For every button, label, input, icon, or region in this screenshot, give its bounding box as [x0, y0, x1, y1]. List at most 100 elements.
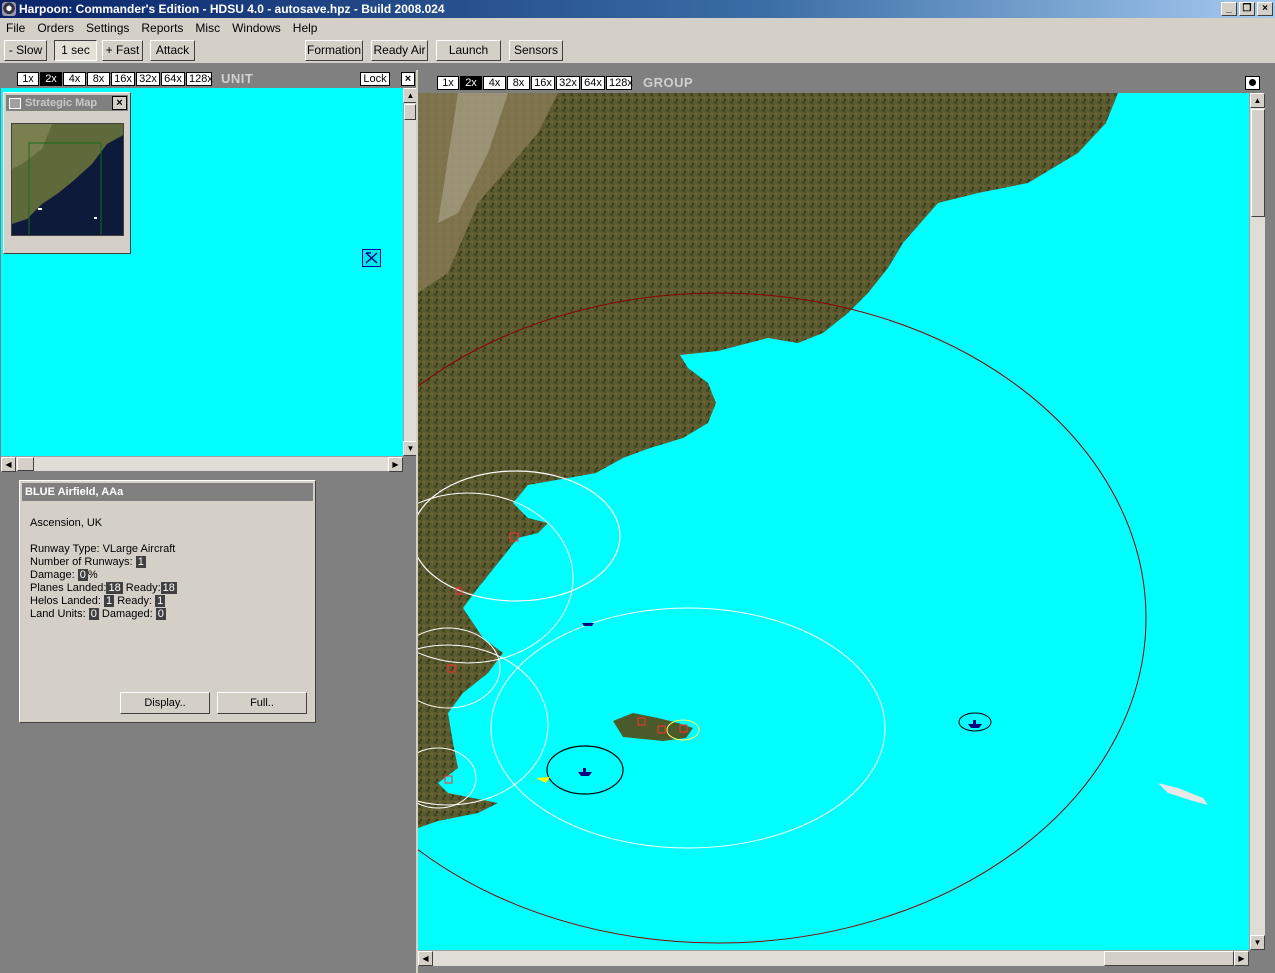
falkland-islands	[613, 713, 693, 741]
unit-panel-label: UNIT	[221, 71, 254, 86]
group-zoom-8x[interactable]: 8x	[507, 76, 530, 90]
friendly-ship	[968, 720, 982, 728]
friendly-ship	[582, 623, 594, 626]
scroll-thumb[interactable]	[17, 457, 34, 471]
unit-zoom-64x[interactable]: 64x	[161, 72, 185, 86]
fast-button[interactable]: + Fast	[102, 40, 143, 61]
group-zoom-128x[interactable]: 128x	[606, 76, 633, 90]
unit-zoom-2x[interactable]: 2x	[40, 72, 62, 86]
scroll-right-icon[interactable]: ▶	[388, 457, 403, 472]
helos-landed-value: 1	[104, 595, 115, 607]
planes-landed-value: 18	[106, 582, 123, 594]
land-units-row: Land Units: 0 Damaged: 0	[30, 608, 166, 621]
strategic-map-titlebar[interactable]: Strategic Map	[6, 95, 128, 111]
scroll-thumb[interactable]	[404, 104, 416, 120]
map-horizontal-scrollbar[interactable]: ◀ ▶	[418, 950, 1249, 966]
scroll-down-icon[interactable]: ▼	[1250, 935, 1265, 950]
landmass	[418, 93, 1118, 828]
lock-button[interactable]: Lock	[360, 72, 390, 86]
scroll-up-icon[interactable]: ▲	[1250, 93, 1265, 108]
unit-panel-close-button[interactable]: ×	[401, 72, 415, 86]
south-georgia	[1158, 783, 1208, 805]
unit-location: Ascension, UK	[30, 517, 103, 529]
unit-vertical-scrollbar[interactable]: ▲ ▼	[403, 88, 418, 456]
unit-horizontal-scrollbar[interactable]: ◀ ▶	[1, 456, 403, 472]
planes-row: Planes Landed: 18 Ready: 18	[30, 582, 177, 595]
sensors-button[interactable]: Sensors	[509, 40, 563, 61]
scroll-left-icon[interactable]: ◀	[1, 457, 16, 472]
scroll-right-icon[interactable]: ▶	[1234, 951, 1249, 966]
group-zoom-1x[interactable]: 1x	[437, 76, 459, 90]
helos-landed-label: Helos Landed:	[30, 595, 101, 607]
menu-bar: File Orders Settings Reports Misc Window…	[0, 18, 1275, 38]
damage-value: 0	[77, 569, 88, 581]
record-dot-icon	[1249, 79, 1256, 86]
unit-zoom-1x[interactable]: 1x	[17, 72, 39, 86]
strategic-map-close-button[interactable]: ×	[112, 96, 127, 110]
planes-landed-label: Planes Landed:	[30, 582, 107, 594]
unit-zoom-bar: 1x 2x 4x 8x 16x 32x 64x 128x UNIT	[17, 72, 253, 86]
strategic-map-image	[12, 124, 123, 235]
runways-label: Number of Runways:	[30, 556, 133, 568]
unit-zoom-128x[interactable]: 128x	[186, 72, 213, 86]
land-units-label: Land Units:	[30, 608, 86, 620]
strategic-map-title: Strategic Map	[25, 97, 98, 109]
full-button[interactable]: Full..	[217, 692, 307, 714]
time-compression-display[interactable]: 1 sec	[54, 40, 97, 61]
minimize-button[interactable]: _	[1221, 2, 1237, 16]
strategic-map-window[interactable]: Strategic Map ×	[3, 92, 131, 254]
damage-unit: %	[87, 569, 98, 581]
restore-button[interactable]: ❐	[1239, 2, 1255, 16]
group-zoom-64x[interactable]: 64x	[581, 76, 605, 90]
ready-air-button[interactable]: Ready Air	[371, 40, 428, 61]
land-units-value: 0	[88, 608, 99, 620]
menu-reports[interactable]: Reports	[135, 21, 189, 35]
launch-button[interactable]: Launch	[436, 40, 501, 61]
group-zoom-2x[interactable]: 2x	[460, 76, 482, 90]
group-panel-options-button[interactable]	[1245, 76, 1260, 90]
menu-help[interactable]: Help	[287, 21, 324, 35]
scroll-thumb[interactable]	[1251, 109, 1265, 217]
runway-type-label: Runway Type:	[30, 543, 100, 555]
attack-button[interactable]: Attack	[150, 40, 195, 61]
planes-ready-label: Ready:	[125, 582, 161, 594]
runway-type-value: VLarge Aircraft	[102, 543, 176, 555]
formation-button[interactable]: Formation	[305, 40, 363, 61]
unit-zoom-16x[interactable]: 16x	[111, 72, 135, 86]
title-bar: Harpoon: Commander's Edition - HDSU 4.0 …	[0, 0, 1275, 18]
runway-type-row: Runway Type: VLarge Aircraft	[30, 543, 175, 556]
unit-info-window[interactable]: BLUE Airfield, AAa Ascension, UK Runway …	[19, 480, 316, 723]
tactical-map[interactable]	[418, 93, 1249, 950]
group-zoom-16x[interactable]: 16x	[531, 76, 555, 90]
display-button[interactable]: Display..	[120, 692, 210, 714]
app-icon	[2, 2, 16, 16]
menu-settings[interactable]: Settings	[80, 21, 135, 35]
unit-zoom-4x[interactable]: 4x	[63, 72, 86, 86]
unit-info-title: BLUE Airfield, AAa	[22, 483, 313, 501]
close-button[interactable]: ×	[1257, 2, 1273, 16]
menu-orders[interactable]: Orders	[31, 21, 80, 35]
base-marker	[444, 775, 453, 784]
airfield-unit-marker[interactable]	[362, 249, 381, 267]
window-title: Harpoon: Commander's Edition - HDSU 4.0 …	[19, 2, 445, 16]
map-vertical-scrollbar[interactable]: ▲ ▼	[1249, 93, 1265, 950]
airfield-icon	[365, 252, 378, 264]
scroll-thumb[interactable]	[1104, 951, 1234, 966]
menu-misc[interactable]: Misc	[189, 21, 226, 35]
scroll-left-icon[interactable]: ◀	[418, 951, 433, 966]
damaged-label: Damaged:	[101, 608, 153, 620]
slow-button[interactable]: - Slow	[4, 40, 47, 61]
unit-zoom-32x[interactable]: 32x	[136, 72, 160, 86]
menu-file[interactable]: File	[0, 21, 31, 35]
damage-row: Damage: 0%	[30, 569, 98, 582]
unit-zoom-8x[interactable]: 8x	[87, 72, 110, 86]
window-icon	[9, 97, 21, 109]
helos-ready-label: Ready:	[117, 595, 153, 607]
strategic-map-thumbnail[interactable]	[11, 123, 124, 236]
group-panel-label: GROUP	[643, 75, 694, 90]
menu-windows[interactable]: Windows	[226, 21, 287, 35]
group-zoom-4x[interactable]: 4x	[483, 76, 506, 90]
group-zoom-32x[interactable]: 32x	[556, 76, 580, 90]
friendly-ship	[578, 768, 592, 776]
aircraft-contact	[536, 777, 550, 783]
